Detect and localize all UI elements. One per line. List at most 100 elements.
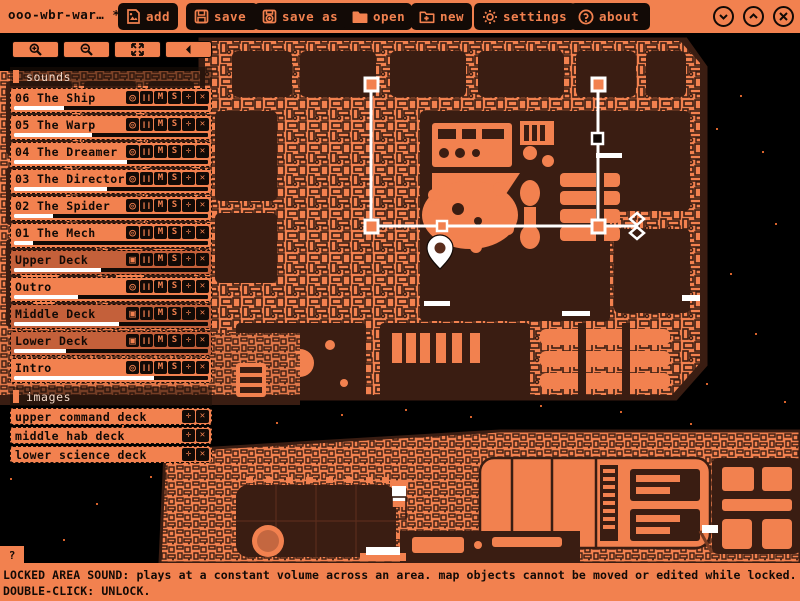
- delete-button[interactable]: ✕: [196, 226, 209, 239]
- mute-button[interactable]: M: [154, 118, 167, 131]
- delete-button[interactable]: ✕: [196, 410, 209, 423]
- delete-button[interactable]: ✕: [196, 145, 209, 158]
- sound-row[interactable]: Upper Deck ▣ ❙❙ M S ✛ ✕: [10, 250, 212, 275]
- volume-slider[interactable]: [14, 376, 208, 380]
- add-button[interactable]: ✛: [182, 172, 195, 185]
- solo-button[interactable]: S: [168, 199, 181, 212]
- volume-slider[interactable]: [14, 187, 208, 191]
- about-button[interactable]: about: [570, 3, 650, 30]
- help-button[interactable]: ?: [0, 546, 24, 564]
- close-button[interactable]: [773, 6, 794, 27]
- volume-slider[interactable]: [14, 106, 208, 110]
- solo-button[interactable]: S: [168, 118, 181, 131]
- delete-button[interactable]: ✕: [196, 172, 209, 185]
- pause-button[interactable]: ❙❙: [140, 226, 153, 239]
- pause-button[interactable]: ❙❙: [140, 253, 153, 266]
- sound-row[interactable]: 03 The Director ◎ ❙❙ M S ✛ ✕: [10, 169, 212, 194]
- collapse-button[interactable]: [713, 6, 734, 27]
- add-button[interactable]: ✛: [182, 307, 195, 320]
- delete-button[interactable]: ✕: [196, 280, 209, 293]
- solo-button[interactable]: S: [168, 91, 181, 104]
- new-button[interactable]: new: [411, 3, 472, 30]
- solo-button[interactable]: S: [168, 145, 181, 158]
- pause-button[interactable]: ❙❙: [140, 307, 153, 320]
- area-type-toggle[interactable]: ◎: [126, 280, 139, 293]
- volume-slider[interactable]: [14, 241, 208, 245]
- pause-button[interactable]: ❙❙: [140, 199, 153, 212]
- mute-button[interactable]: M: [154, 172, 167, 185]
- volume-slider[interactable]: [14, 133, 208, 137]
- open-button[interactable]: open: [344, 3, 412, 30]
- area-type-toggle[interactable]: ◎: [126, 91, 139, 104]
- area-type-toggle[interactable]: ◎: [126, 172, 139, 185]
- zoom-out-button[interactable]: [63, 41, 110, 58]
- solo-button[interactable]: S: [168, 226, 181, 239]
- image-row[interactable]: lower science deck ✛ ✕: [10, 446, 212, 463]
- volume-slider[interactable]: [14, 349, 208, 353]
- add-button[interactable]: ✛: [182, 118, 195, 131]
- area-type-toggle[interactable]: ◎: [126, 199, 139, 212]
- add-button[interactable]: ✛: [182, 226, 195, 239]
- area-type-toggle[interactable]: ▣: [126, 307, 139, 320]
- solo-button[interactable]: S: [168, 307, 181, 320]
- area-type-toggle[interactable]: ◎: [126, 226, 139, 239]
- image-row[interactable]: upper command deck ✛ ✕: [10, 408, 212, 425]
- delete-button[interactable]: ✕: [196, 334, 209, 347]
- pause-button[interactable]: ❙❙: [140, 118, 153, 131]
- mute-button[interactable]: M: [154, 253, 167, 266]
- delete-button[interactable]: ✕: [196, 361, 209, 374]
- mute-button[interactable]: M: [154, 91, 167, 104]
- fit-to-screen-button[interactable]: [114, 41, 161, 58]
- mute-button[interactable]: M: [154, 280, 167, 293]
- delete-button[interactable]: ✕: [196, 91, 209, 104]
- collapse-panel-button[interactable]: [165, 41, 212, 58]
- add-button[interactable]: ✛: [182, 280, 195, 293]
- mute-button[interactable]: M: [154, 307, 167, 320]
- solo-button[interactable]: S: [168, 334, 181, 347]
- delete-button[interactable]: ✕: [196, 253, 209, 266]
- area-type-toggle[interactable]: ◎: [126, 361, 139, 374]
- pause-button[interactable]: ❙❙: [140, 334, 153, 347]
- image-row[interactable]: middle hab deck ✛ ✕: [10, 427, 212, 444]
- solo-button[interactable]: S: [168, 280, 181, 293]
- add-button[interactable]: ✛: [182, 410, 195, 423]
- delete-button[interactable]: ✕: [196, 448, 209, 461]
- add-button[interactable]: ✛: [182, 199, 195, 212]
- add-button[interactable]: add: [118, 3, 178, 30]
- area-type-toggle[interactable]: ◎: [126, 145, 139, 158]
- mute-button[interactable]: M: [154, 334, 167, 347]
- zoom-in-button[interactable]: [12, 41, 59, 58]
- volume-slider[interactable]: [14, 214, 208, 218]
- expand-button[interactable]: [743, 6, 764, 27]
- mute-button[interactable]: M: [154, 145, 167, 158]
- pause-button[interactable]: ❙❙: [140, 172, 153, 185]
- save-button[interactable]: save: [186, 3, 258, 30]
- mute-button[interactable]: M: [154, 361, 167, 374]
- solo-button[interactable]: S: [168, 361, 181, 374]
- delete-button[interactable]: ✕: [196, 307, 209, 320]
- save-as-button[interactable]: save as: [254, 3, 358, 30]
- sound-row[interactable]: 06 The Ship ◎ ❙❙ M S ✛ ✕: [10, 88, 212, 113]
- pause-button[interactable]: ❙❙: [140, 280, 153, 293]
- volume-slider[interactable]: [14, 268, 208, 272]
- volume-slider[interactable]: [14, 295, 208, 299]
- add-button[interactable]: ✛: [182, 334, 195, 347]
- delete-button[interactable]: ✕: [196, 118, 209, 131]
- area-type-toggle[interactable]: ▣: [126, 334, 139, 347]
- add-button[interactable]: ✛: [182, 253, 195, 266]
- add-button[interactable]: ✛: [182, 448, 195, 461]
- settings-button[interactable]: settings: [474, 3, 576, 30]
- add-button[interactable]: ✛: [182, 145, 195, 158]
- volume-slider[interactable]: [14, 322, 208, 326]
- delete-button[interactable]: ✕: [196, 429, 209, 442]
- pause-button[interactable]: ❙❙: [140, 145, 153, 158]
- add-button[interactable]: ✛: [182, 429, 195, 442]
- sound-row[interactable]: 02 The Spider ◎ ❙❙ M S ✛ ✕: [10, 196, 212, 221]
- add-button[interactable]: ✛: [182, 361, 195, 374]
- sound-row[interactable]: 01 The Mech ◎ ❙❙ M S ✛ ✕: [10, 223, 212, 248]
- pause-button[interactable]: ❙❙: [140, 361, 153, 374]
- solo-button[interactable]: S: [168, 172, 181, 185]
- sound-row[interactable]: 04 The Dreamer ◎ ❙❙ M S ✛ ✕: [10, 142, 212, 167]
- sound-row[interactable]: Lower Deck ▣ ❙❙ M S ✛ ✕: [10, 331, 212, 356]
- delete-button[interactable]: ✕: [196, 199, 209, 212]
